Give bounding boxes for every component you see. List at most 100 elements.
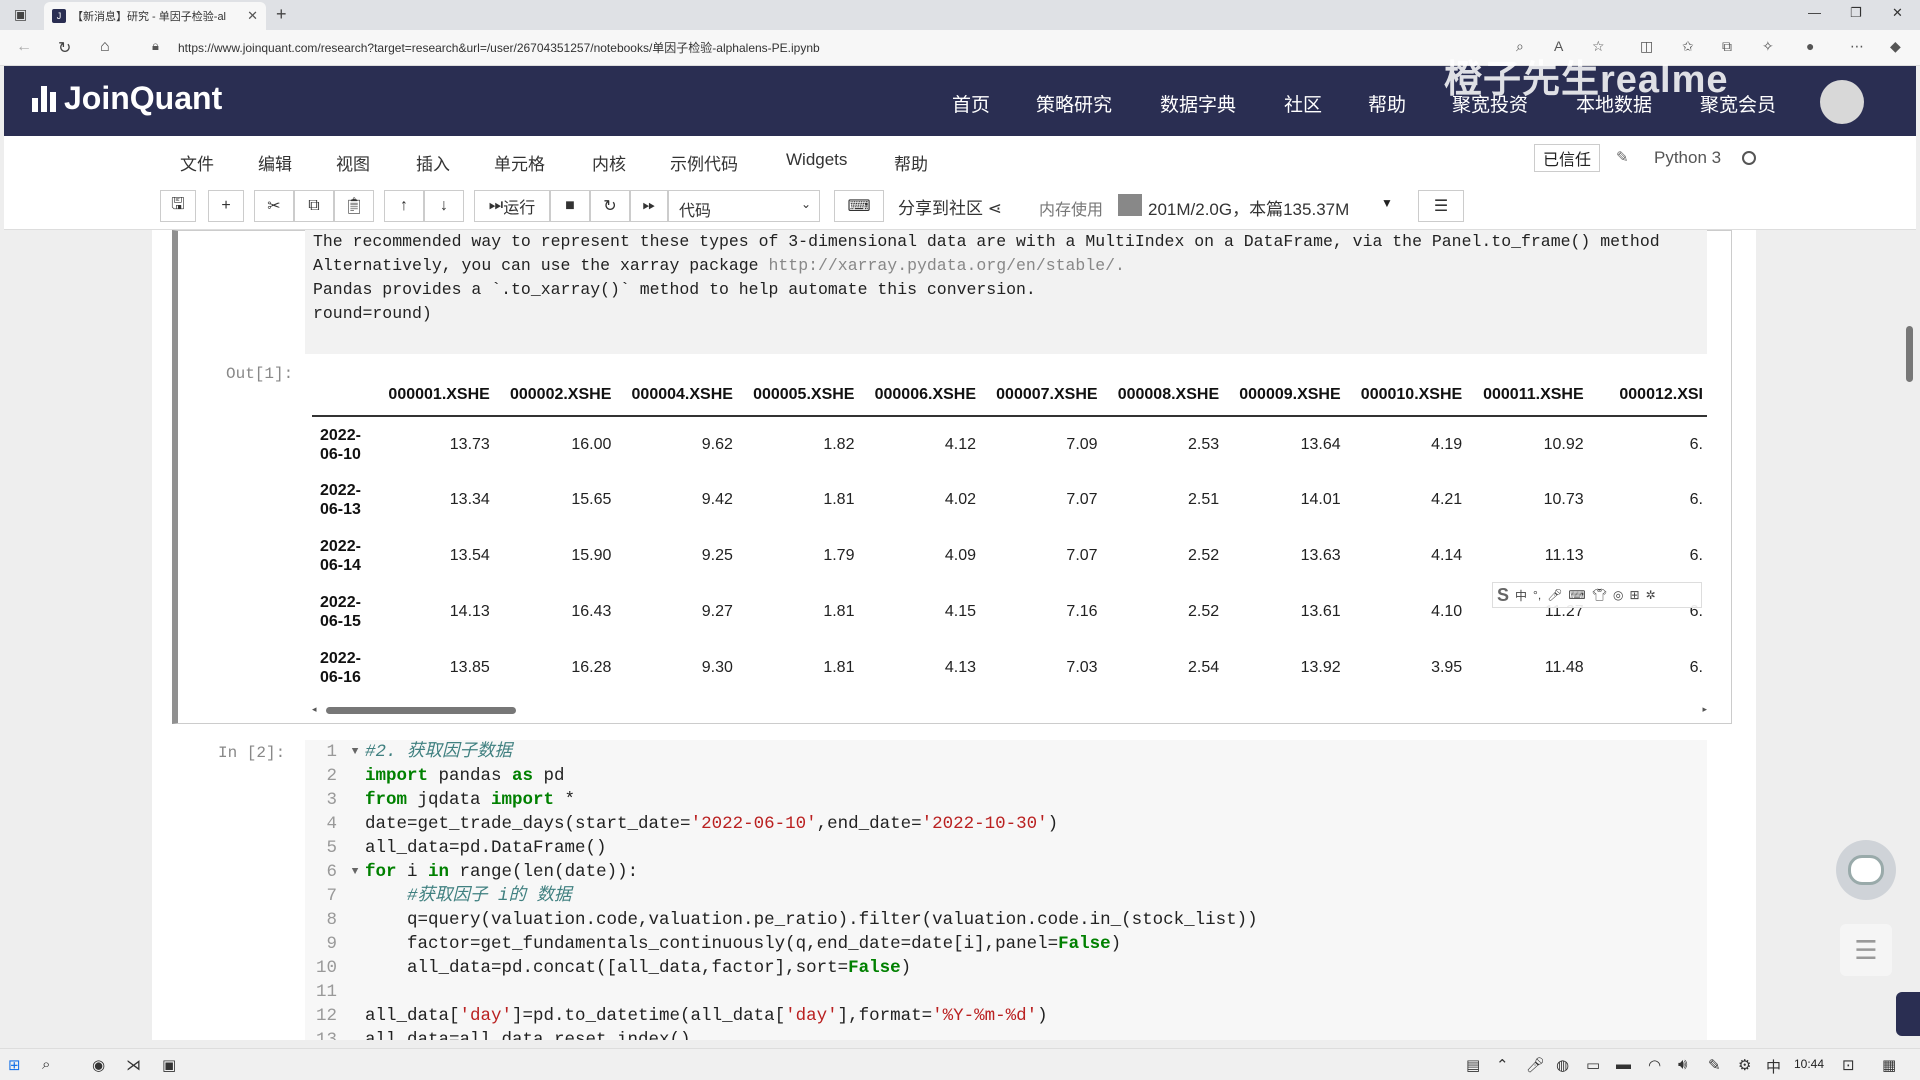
menu-kernel[interactable]: 内核 [592, 150, 626, 175]
vertical-scroll-thumb[interactable] [1906, 326, 1913, 382]
ime-punct-icon[interactable]: °, [1533, 588, 1541, 602]
nav-help[interactable]: 帮助 [1368, 90, 1406, 117]
minimize-icon[interactable]: — [1808, 5, 1821, 20]
tray-icon[interactable]: ▤ [1466, 1056, 1480, 1074]
fold-arrow-icon[interactable]: ▼ [345, 740, 365, 764]
vertical-scrollbar[interactable] [1904, 230, 1916, 1040]
stop-icon[interactable]: ■ [550, 190, 590, 222]
maximize-icon[interactable]: ❐ [1850, 5, 1862, 21]
clock[interactable]: 10:44 [1794, 1057, 1824, 1071]
move-down-icon[interactable]: ↓ [424, 190, 464, 222]
horizontal-scroll-thumb[interactable] [326, 707, 516, 714]
scroll-right-icon[interactable]: ▸ [1702, 704, 1707, 715]
copilot-icon[interactable]: ◆ [1890, 38, 1901, 55]
keyboard-icon[interactable]: ⌨ [834, 190, 884, 222]
code-line[interactable]: 12 all_data['day']=pd.to_datetime(all_dat… [305, 1004, 1707, 1028]
mic-icon[interactable]: 🎤︎ [1526, 1056, 1545, 1074]
browser-tab[interactable]: J 【新消息】研究 - 单因子检验-al ✕ [44, 2, 266, 30]
run-button[interactable]: ⏭︎ 运行 [474, 190, 550, 222]
menu-example-code[interactable]: 示例代码 [670, 150, 738, 175]
menu-help[interactable]: 帮助 [894, 150, 928, 175]
code-line[interactable]: 10 all_data=pd.concat([all_data,factor],… [305, 956, 1707, 980]
app-icon[interactable]: ▣ [162, 1056, 176, 1074]
share-to-community-button[interactable]: 分享到社区 ⋖ [898, 194, 1002, 219]
new-tab-icon[interactable]: + [276, 4, 287, 25]
back-icon[interactable]: ← [16, 38, 32, 56]
ime-chinese-icon[interactable]: 中 [1515, 587, 1527, 604]
windows-start-icon[interactable]: ⊞ [8, 1056, 21, 1074]
home-icon[interactable]: ⌂ [100, 38, 110, 56]
nav-data-dictionary[interactable]: 数据字典 [1160, 90, 1236, 117]
ime-keyboard-icon[interactable]: ⌨ [1568, 588, 1585, 602]
memory-dropdown-icon[interactable]: ▼ [1381, 196, 1393, 210]
nav-strategy-research[interactable]: 策略研究 [1036, 90, 1112, 117]
vscode-icon[interactable]: ⋊ [126, 1056, 141, 1074]
code-line[interactable]: 2 import pandas as pd [305, 764, 1707, 788]
close-window-icon[interactable]: ✕ [1892, 5, 1903, 21]
url-field[interactable]: https://www.joinquant.com/research?targe… [178, 39, 820, 56]
avatar[interactable] [1820, 80, 1864, 124]
search-icon[interactable]: ⌕ [42, 1056, 50, 1073]
menu-widgets[interactable]: Widgets [786, 150, 847, 170]
paste-icon[interactable]: 📋︎ [334, 190, 374, 222]
code-line[interactable]: 6 ▼ for i in range(len(date)): [305, 860, 1707, 884]
edit-pencil-icon[interactable]: ✎ [1616, 148, 1629, 166]
trusted-badge[interactable]: 已信任 [1534, 144, 1600, 172]
code-line[interactable]: 13 all_data=all_data.reset_index() [305, 1028, 1707, 1040]
pen-icon[interactable]: ✎ [1708, 1056, 1721, 1074]
move-up-icon[interactable]: ↑ [384, 190, 424, 222]
insert-cell-icon[interactable]: + [208, 190, 244, 222]
network-icon[interactable]: ◍ [1556, 1056, 1569, 1074]
settings-icon[interactable]: ⚙ [1738, 1056, 1751, 1074]
menu-cell[interactable]: 单元格 [494, 150, 545, 175]
horizontal-scrollbar[interactable]: ◂ ▸ [312, 704, 1707, 716]
run-all-icon[interactable]: ⏩︎ [630, 190, 668, 222]
edge-icon[interactable]: ◉ [92, 1056, 105, 1074]
save-icon[interactable]: 🖫︎ [160, 190, 196, 222]
extensions-icon[interactable]: ✧ [1762, 38, 1774, 55]
fold-arrow-icon[interactable]: ▼ [345, 860, 365, 884]
cell-type-select[interactable]: 代码 ⌄ [668, 190, 820, 222]
site-logo[interactable]: JoinQuant [32, 80, 222, 117]
nav-home[interactable]: 首页 [952, 90, 990, 117]
ime-apps-icon[interactable]: ⊞ [1629, 588, 1639, 602]
menu-file[interactable]: 文件 [180, 150, 214, 175]
ime-skin-icon[interactable]: 👕︎ [1592, 588, 1607, 602]
command-palette-icon[interactable]: ☰ [1418, 190, 1464, 222]
more-menu-icon[interactable]: ⋯ [1850, 38, 1864, 55]
volume-icon[interactable]: 🔊︎ [1678, 1056, 1687, 1073]
reload-icon[interactable]: ↻ [58, 38, 71, 58]
ime-game-icon[interactable]: ◎ [1613, 588, 1623, 602]
scroll-left-icon[interactable]: ◂ [312, 704, 317, 715]
code-line[interactable]: 5 all_data=pd.DataFrame() [305, 836, 1707, 860]
menu-view[interactable]: 视图 [336, 150, 370, 175]
code-line[interactable]: 9 factor=get_fundamentals_continuously(q… [305, 932, 1707, 956]
code-line[interactable]: 11 [305, 980, 1707, 1004]
ime-toolbar[interactable]: S 中 °, 🎤︎ ⌨ 👕︎ ◎ ⊞ ✲ [1492, 582, 1702, 608]
display-icon[interactable]: ▭ [1586, 1056, 1600, 1074]
code-line[interactable]: 4 date=get_trade_days(start_date='2022-06… [305, 812, 1707, 836]
code-line[interactable]: 8 q=query(valuation.code,valuation.pe_ra… [305, 908, 1707, 932]
side-tab[interactable] [1896, 992, 1920, 1036]
copy-icon[interactable]: ⧉ [294, 190, 334, 222]
wifi-icon[interactable]: ◠ [1648, 1056, 1661, 1074]
ime-icon[interactable]: 中 [1766, 1056, 1781, 1077]
code-editor[interactable]: 1 ▼ #2. 获取因子数据 2 import pandas as pd 3 from jq… [305, 740, 1707, 1040]
code-line[interactable]: 7 #获取因子 i的 数据 [305, 884, 1707, 908]
menu-insert[interactable]: 插入 [416, 150, 450, 175]
close-tab-icon[interactable]: ✕ [247, 8, 258, 24]
tray-expand-icon[interactable]: ⌃ [1496, 1056, 1509, 1074]
action-center-icon[interactable]: ▦ [1882, 1056, 1896, 1074]
menu-edit[interactable]: 编辑 [258, 150, 292, 175]
notification-icon[interactable]: ⊡ [1842, 1056, 1855, 1074]
code-line[interactable]: 1 ▼ #2. 获取因子数据 [305, 740, 1707, 764]
ime-mic-icon[interactable]: 🎤︎ [1547, 588, 1562, 602]
ime-settings-icon[interactable]: ✲ [1646, 588, 1656, 602]
lock-icon[interactable]: 🔒︎ [152, 38, 159, 54]
restart-icon[interactable]: ↻ [590, 190, 630, 222]
memory-usage-value[interactable]: 201M/2.0G，本篇135.37M [1148, 195, 1349, 220]
table-of-contents-icon[interactable]: ☰ [1840, 924, 1892, 976]
customer-service-button[interactable] [1836, 840, 1896, 900]
nav-community[interactable]: 社区 [1284, 90, 1322, 117]
code-line[interactable]: 3 from jqdata import * [305, 788, 1707, 812]
